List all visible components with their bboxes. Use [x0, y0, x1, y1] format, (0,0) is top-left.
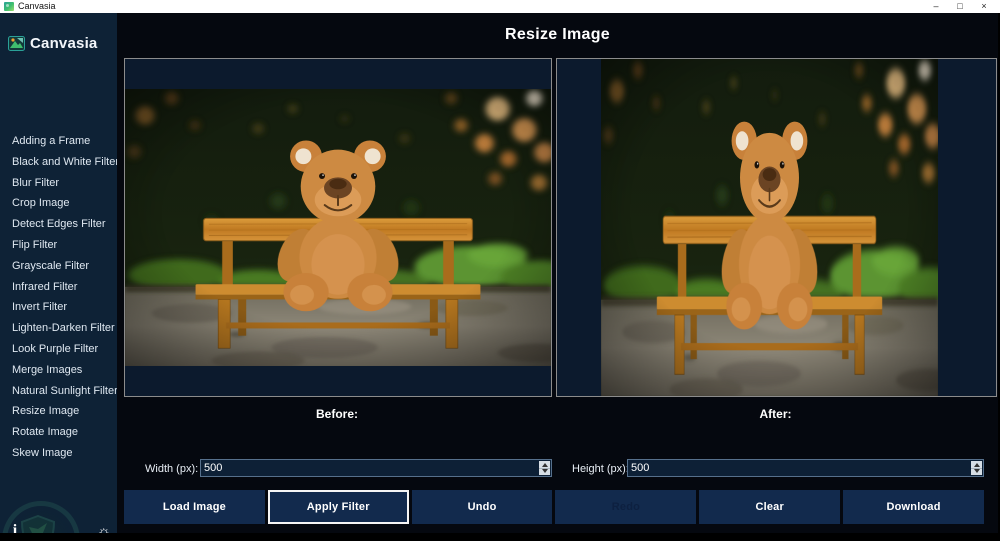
download-button[interactable]: Download	[843, 490, 984, 524]
after-image-panel	[556, 58, 997, 397]
before-image	[125, 89, 551, 366]
brand: Canvasia	[8, 35, 97, 52]
sidebar-item-black-and-white-filter[interactable]: Black and White Filter	[12, 152, 117, 173]
sidebar-item-flip-filter[interactable]: Flip Filter	[12, 235, 115, 256]
sidebar-item-infrared-filter[interactable]: Infrared Filter	[12, 277, 115, 298]
main-content: Resize Image Before: After: Width (px): …	[117, 13, 998, 533]
width-spinbox	[200, 459, 552, 477]
page-title: Resize Image	[505, 26, 610, 43]
before-label: Before:	[315, 407, 358, 421]
sidebar-item-crop-image[interactable]: Crop Image	[12, 193, 115, 214]
sidebar-item-skew-image[interactable]: Skew Image	[12, 443, 115, 464]
load-image-button[interactable]: Load Image	[124, 490, 265, 524]
minimize-button[interactable]: –	[924, 0, 948, 13]
redo-button: Redo	[555, 490, 697, 524]
sidebar-item-natural-sunlight-filter[interactable]: Natural Sunlight Filter	[12, 381, 117, 402]
sidebar-item-invert-filter[interactable]: Invert Filter	[12, 297, 115, 318]
sidebar: Canvasia Adding a Frame Black and White F…	[0, 13, 117, 533]
apply-filter-button[interactable]: Apply Filter	[267, 490, 409, 524]
sidebar-item-lighten-darken-filter[interactable]: Lighten-Darken Filter	[12, 318, 115, 339]
close-button[interactable]: ×	[972, 0, 996, 13]
width-spinner	[539, 461, 550, 475]
sidebar-menu: Adding a Frame Black and White Filter Blur…	[12, 131, 117, 464]
canvasia-logo-icon	[8, 36, 25, 51]
app-icon	[4, 2, 14, 11]
sidebar-item-look-purple-filter[interactable]: Look Purple Filter	[12, 339, 115, 360]
sidebar-item-detect-edges-filter[interactable]: Detect Edges Filter	[12, 214, 115, 235]
undo-button[interactable]: Undo	[411, 490, 553, 524]
after-label: After:	[759, 407, 792, 421]
theme-toggle-icon[interactable]: ☼	[97, 524, 111, 533]
sidebar-item-resize-image[interactable]: Resize Image	[12, 401, 115, 422]
height-label: Height (px):	[572, 463, 629, 475]
shield-icon	[21, 515, 55, 533]
width-spin-up-icon[interactable]	[539, 461, 550, 469]
action-bar: Load Image Apply Filter Undo Redo Clear Downl…	[124, 490, 984, 524]
info-icon[interactable]: i	[9, 522, 21, 533]
maximize-button[interactable]: □	[948, 0, 972, 13]
brand-name: Canvasia	[30, 35, 98, 52]
after-image	[601, 59, 938, 396]
sidebar-item-rotate-image[interactable]: Rotate Image	[12, 422, 115, 443]
sidebar-item-merge-images[interactable]: Merge Images	[12, 360, 115, 381]
width-input[interactable]	[201, 460, 551, 476]
os-titlebar: Canvasia – □ ×	[0, 0, 1000, 13]
before-image-panel	[124, 58, 552, 397]
width-label: Width (px):	[145, 463, 199, 475]
sidebar-item-grayscale-filter[interactable]: Grayscale Filter	[12, 256, 115, 277]
canvasia-window: Canvasia – □ × Canvasia Adding a Frame Bl…	[0, 0, 1000, 541]
sidebar-item-adding-a-frame[interactable]: Adding a Frame	[12, 131, 115, 152]
clear-button[interactable]: Clear	[699, 490, 841, 524]
height-spinner	[971, 461, 982, 475]
height-spin-up-icon[interactable]	[971, 461, 982, 469]
height-spinbox	[627, 459, 984, 477]
width-spin-down-icon[interactable]	[539, 468, 550, 476]
window-title: Canvasia	[18, 1, 56, 11]
sidebar-item-blur-filter[interactable]: Blur Filter	[12, 173, 115, 194]
height-input[interactable]	[628, 460, 983, 476]
height-spin-down-icon[interactable]	[971, 468, 982, 476]
window-controls: – □ ×	[924, 0, 996, 13]
